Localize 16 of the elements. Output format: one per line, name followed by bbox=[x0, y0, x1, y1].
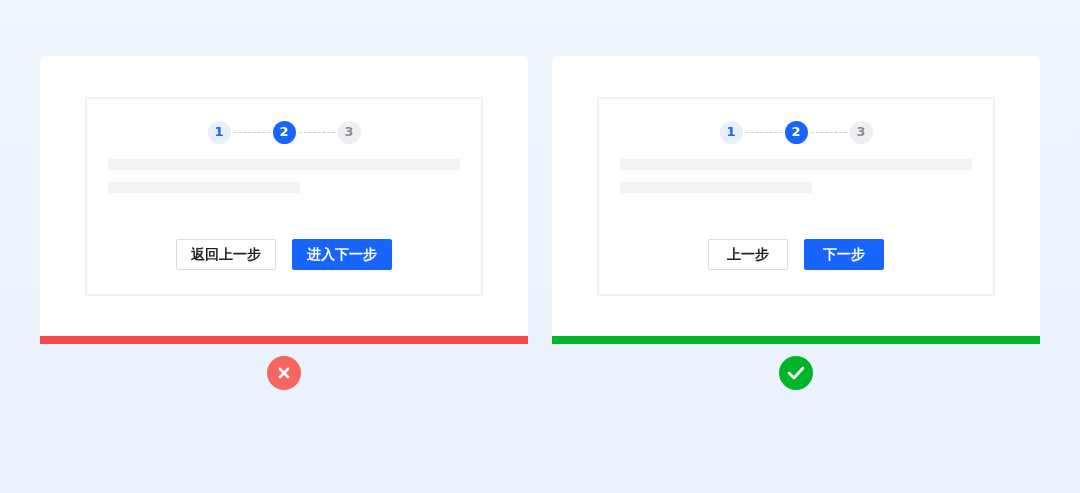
dashed-connector bbox=[810, 131, 847, 133]
dashed-connector bbox=[298, 131, 335, 133]
dashed-connector bbox=[745, 131, 782, 133]
step-number: 2 bbox=[784, 120, 808, 144]
step-number: 3 bbox=[849, 120, 873, 144]
next-button[interactable]: 进入下一步 bbox=[292, 238, 392, 270]
back-button[interactable]: 上一步 bbox=[708, 238, 788, 270]
dashed-connector bbox=[233, 131, 270, 133]
step-number: 2 bbox=[272, 120, 296, 144]
step-number: 1 bbox=[719, 120, 743, 144]
close-icon bbox=[267, 356, 301, 390]
step-number: 3 bbox=[337, 120, 361, 144]
check-icon bbox=[779, 356, 813, 390]
next-button[interactable]: 下一步 bbox=[804, 238, 884, 270]
step-number: 1 bbox=[207, 120, 231, 144]
back-button[interactable]: 返回上一步 bbox=[176, 238, 276, 270]
